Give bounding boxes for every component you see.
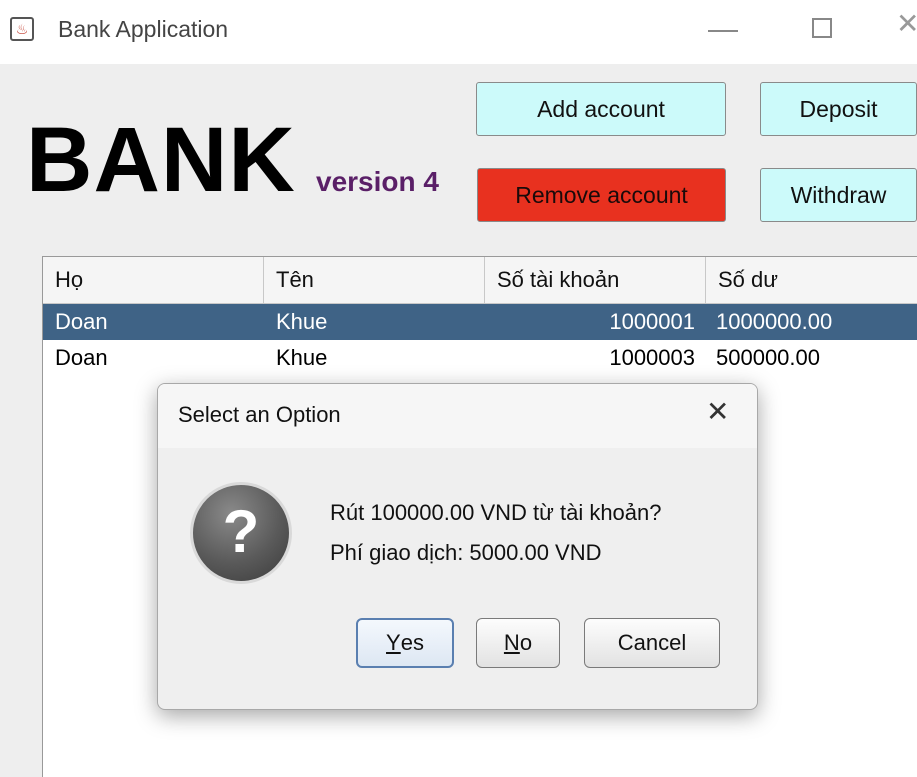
cell-account: 1000003	[609, 345, 695, 370]
no-mnemonic: N	[503, 630, 520, 655]
window-titlebar: ♨ Bank Application ✕	[0, 0, 917, 64]
minimize-icon[interactable]	[708, 30, 738, 32]
window-title: Bank Application	[58, 16, 229, 42]
column-header-balance[interactable]: Số dư	[706, 257, 917, 303]
column-header-ho[interactable]: Họ	[43, 257, 264, 303]
logo-version: version 4	[316, 166, 439, 197]
question-icon: ?	[190, 482, 292, 584]
cell-balance: 1000000.00	[716, 309, 833, 334]
add-account-button[interactable]: Add account	[476, 82, 726, 136]
table-header: Họ Tên Số tài khoản Số dư	[43, 257, 917, 304]
dialog-titlebar: Select an Option ✕	[158, 384, 757, 448]
dialog-message: Rút 100000.00 VND từ tài khoản?	[330, 500, 662, 525]
withdraw-button[interactable]: Withdraw	[760, 168, 917, 222]
close-icon[interactable]: ✕	[896, 10, 917, 38]
cell-ho: Doan	[55, 309, 108, 334]
dialog-title: Select an Option	[178, 402, 341, 427]
cell-account: 1000001	[609, 309, 695, 334]
close-icon[interactable]: ✕	[706, 398, 729, 426]
logo-bank: BANK	[26, 109, 296, 211]
cell-ten: Khue	[276, 345, 328, 370]
deposit-button[interactable]: Deposit	[760, 82, 917, 136]
table-row[interactable]: Doan Khue 1000001 1000000.00	[43, 304, 917, 340]
yes-label: es	[400, 630, 424, 655]
column-header-account[interactable]: Số tài khoản	[485, 257, 706, 303]
remove-account-button[interactable]: Remove account	[477, 168, 726, 222]
table-row[interactable]: Doan Khue 1000003 500000.00	[43, 340, 917, 376]
column-header-ten[interactable]: Tên	[264, 257, 485, 303]
java-cup-icon: ♨	[10, 17, 34, 41]
dialog-fee: Phí giao dịch: 5000.00 VND	[330, 540, 602, 565]
maximize-icon[interactable]	[812, 18, 832, 38]
yes-mnemonic: Y	[386, 630, 401, 655]
cell-balance: 500000.00	[716, 345, 820, 370]
confirm-dialog: Select an Option ✕ ? Rút 100000.00 VND t…	[157, 383, 758, 710]
no-button[interactable]: No	[476, 618, 560, 668]
cancel-button[interactable]: Cancel	[584, 618, 720, 668]
no-label: o	[519, 630, 533, 655]
cell-ten: Khue	[276, 309, 328, 334]
yes-button[interactable]: Yes	[356, 618, 454, 668]
cell-ho: Doan	[55, 345, 108, 370]
